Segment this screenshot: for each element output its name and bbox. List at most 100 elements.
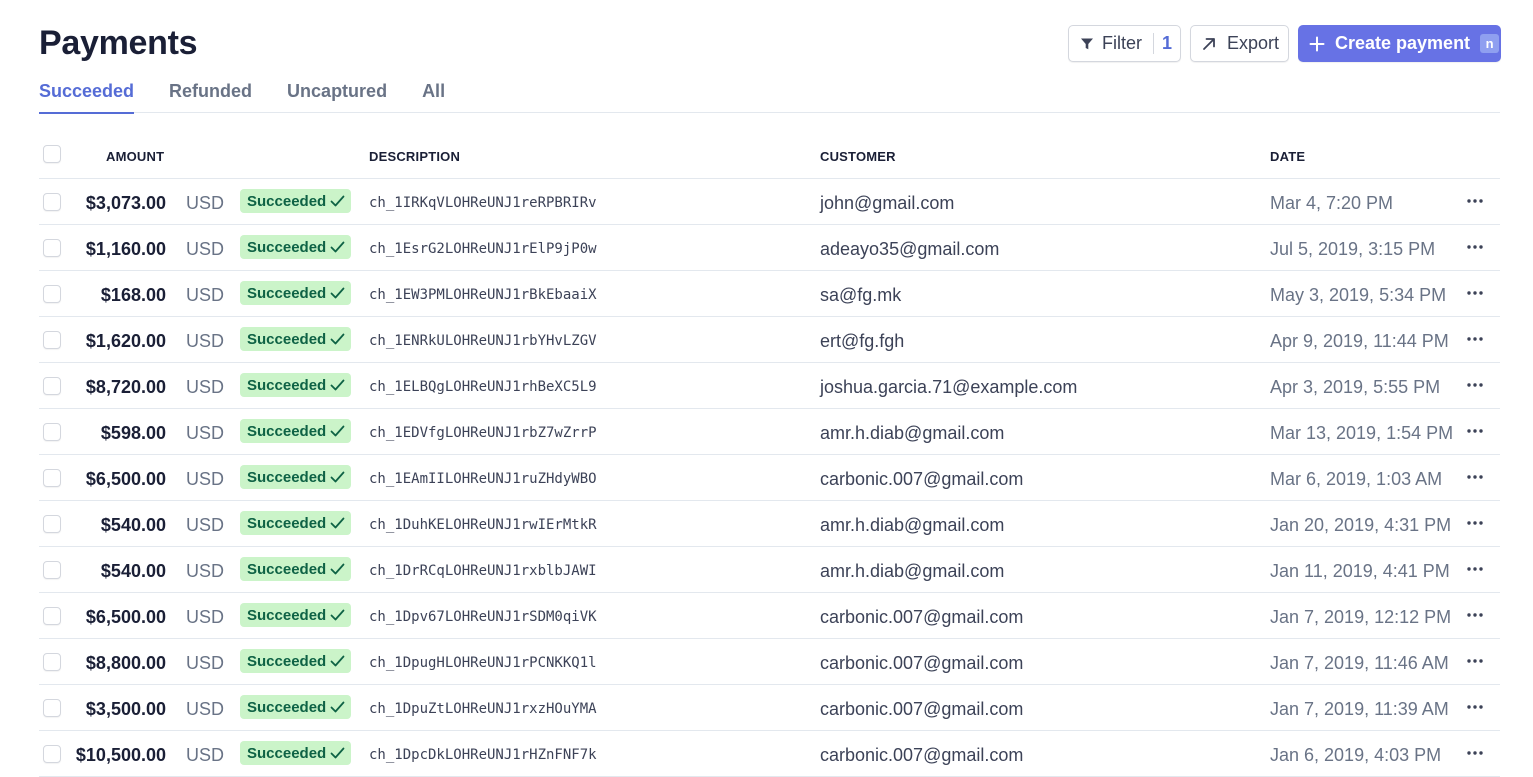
row-amount: $3,073.00 — [85, 193, 166, 213]
table-row[interactable]: $6,500.00 USD Succeeded ch_1Dpv67LOHReUN… — [39, 593, 1500, 639]
row-checkbox[interactable] — [43, 239, 61, 257]
row-customer: carbonic.007@gmail.com — [820, 699, 1024, 719]
more-options-icon[interactable] — [1465, 513, 1485, 533]
status-badge-label: Succeeded — [247, 560, 327, 578]
checkmark-icon — [330, 287, 345, 299]
more-options-icon[interactable] — [1465, 605, 1485, 625]
row-checkbox[interactable] — [43, 699, 61, 717]
status-badge: Succeeded — [240, 557, 352, 581]
row-amount: $1,620.00 — [85, 331, 166, 351]
row-checkbox[interactable] — [43, 377, 61, 395]
table-row[interactable]: $540.00 USD Succeeded ch_1DuhKELOHReUNJ1… — [39, 501, 1500, 547]
row-description: ch_1EsrG2LOHReUNJ1rElP9jP0w — [369, 241, 597, 257]
row-customer: amr.h.diab@gmail.com — [820, 423, 1005, 443]
status-badge-label: Succeeded — [247, 744, 327, 762]
row-currency: USD — [186, 561, 225, 581]
create-payment-label: Create payment — [1335, 33, 1471, 53]
row-amount: $168.00 — [100, 285, 166, 305]
row-date: Apr 9, 2019, 11:44 PM — [1270, 331, 1449, 351]
row-date: Jul 5, 2019, 3:15 PM — [1270, 239, 1436, 259]
status-badge-label: Succeeded — [247, 422, 327, 440]
table-row[interactable]: $1,160.00 USD Succeeded ch_1EsrG2LOHReUN… — [39, 225, 1500, 271]
table-row[interactable]: $6,500.00 USD Succeeded ch_1EAmIILOHReUN… — [39, 455, 1500, 501]
row-date: Mar 6, 2019, 1:03 AM — [1270, 469, 1443, 489]
checkmark-icon — [330, 563, 345, 575]
row-amount: $540.00 — [100, 561, 166, 581]
status-badge-label: Succeeded — [247, 652, 327, 670]
row-description: ch_1DrRCqLOHReUNJ1rxblbJAWI — [369, 563, 597, 579]
more-options-icon[interactable] — [1465, 743, 1485, 763]
row-checkbox[interactable] — [43, 285, 61, 303]
tab-succeeded[interactable]: Succeeded — [39, 80, 135, 114]
table-row[interactable]: $8,720.00 USD Succeeded ch_1ELBQgLOHReUN… — [39, 363, 1500, 409]
export-label: Export — [1227, 33, 1280, 53]
more-options-icon[interactable] — [1465, 421, 1485, 441]
row-currency: USD — [186, 607, 225, 627]
row-currency: USD — [186, 653, 225, 673]
row-checkbox[interactable] — [43, 653, 61, 671]
filter-button[interactable]: Filter 1 — [1068, 25, 1181, 62]
table-row[interactable]: $1,620.00 USD Succeeded ch_1ENRkULOHReUN… — [39, 317, 1500, 363]
status-badge-label: Succeeded — [247, 238, 327, 256]
row-date: Jan 7, 2019, 11:46 AM — [1270, 653, 1449, 673]
row-customer: carbonic.007@gmail.com — [820, 653, 1024, 673]
row-currency: USD — [186, 423, 225, 443]
row-customer: ert@fg.fgh — [820, 331, 905, 351]
row-checkbox[interactable] — [43, 745, 61, 763]
row-checkbox[interactable] — [43, 469, 61, 487]
row-date: Mar 13, 2019, 1:54 PM — [1270, 423, 1454, 443]
more-options-icon[interactable] — [1465, 559, 1485, 579]
table-row[interactable]: $3,073.00 USD Succeeded ch_1IRKqVLOHReUN… — [39, 179, 1500, 225]
tab-refunded[interactable]: Refunded — [169, 80, 252, 113]
more-options-icon[interactable] — [1465, 191, 1485, 211]
page-title: Payments — [39, 24, 198, 62]
row-customer: amr.h.diab@gmail.com — [820, 561, 1005, 581]
table-row[interactable]: $3,500.00 USD Succeeded ch_1DpuZtLOHReUN… — [39, 685, 1500, 731]
select-all-checkbox[interactable] — [43, 145, 61, 163]
row-checkbox[interactable] — [43, 561, 61, 579]
row-amount: $8,720.00 — [85, 377, 166, 397]
more-options-icon[interactable] — [1465, 651, 1485, 671]
row-amount: $1,160.00 — [85, 239, 166, 259]
row-checkbox[interactable] — [43, 515, 61, 533]
row-customer: carbonic.007@gmail.com — [820, 469, 1024, 489]
row-customer: carbonic.007@gmail.com — [820, 607, 1024, 627]
row-description: ch_1DuhKELOHReUNJ1rwIErMtkR — [369, 517, 597, 533]
status-badge-label: Succeeded — [247, 330, 327, 348]
export-button[interactable]: Export — [1190, 25, 1289, 62]
row-amount: $8,800.00 — [85, 653, 166, 673]
table-row[interactable]: $540.00 USD Succeeded ch_1DrRCqLOHReUNJ1… — [39, 547, 1500, 593]
row-customer: sa@fg.mk — [820, 285, 902, 305]
more-options-icon[interactable] — [1465, 697, 1485, 717]
more-options-icon[interactable] — [1465, 375, 1485, 395]
row-date: Jan 7, 2019, 11:39 AM — [1270, 699, 1449, 719]
toolbar: Filter 1 Export Create payment n — [1068, 25, 1501, 62]
row-description: ch_1DpuZtLOHReUNJ1rxzHOuYMA — [369, 701, 597, 717]
tab-uncaptured[interactable]: Uncaptured — [287, 80, 387, 113]
table-row[interactable]: $168.00 USD Succeeded ch_1EW3PMLOHReUNJ1… — [39, 271, 1500, 317]
more-options-icon[interactable] — [1465, 467, 1485, 487]
more-options-icon[interactable] — [1465, 329, 1485, 349]
tab-all[interactable]: All — [422, 80, 445, 113]
row-checkbox[interactable] — [43, 607, 61, 625]
status-badge: Succeeded — [240, 465, 352, 489]
row-customer: amr.h.diab@gmail.com — [820, 515, 1005, 535]
row-currency: USD — [186, 469, 225, 489]
row-amount: $6,500.00 — [85, 607, 166, 627]
table-row[interactable]: $10,500.00 USD Succeeded ch_1DpcDkLOHReU… — [39, 731, 1500, 777]
more-options-icon[interactable] — [1465, 283, 1485, 303]
row-checkbox[interactable] — [43, 193, 61, 211]
table-row[interactable]: $8,800.00 USD Succeeded ch_1DpugHLOHReUN… — [39, 639, 1500, 685]
checkmark-icon — [330, 701, 345, 713]
more-options-icon[interactable] — [1465, 237, 1485, 257]
row-checkbox[interactable] — [43, 423, 61, 441]
status-badge: Succeeded — [240, 327, 352, 351]
create-payment-button[interactable]: Create payment n — [1298, 25, 1501, 62]
status-badge: Succeeded — [240, 419, 352, 443]
row-checkbox[interactable] — [43, 331, 61, 349]
table-row[interactable]: $598.00 USD Succeeded ch_1EDVfgLOHReUNJ1… — [39, 409, 1500, 455]
row-amount: $10,500.00 — [75, 745, 166, 765]
checkmark-icon — [330, 747, 345, 759]
keyboard-shortcut-badge: n — [1480, 34, 1500, 53]
filter-divider — [1153, 33, 1154, 54]
